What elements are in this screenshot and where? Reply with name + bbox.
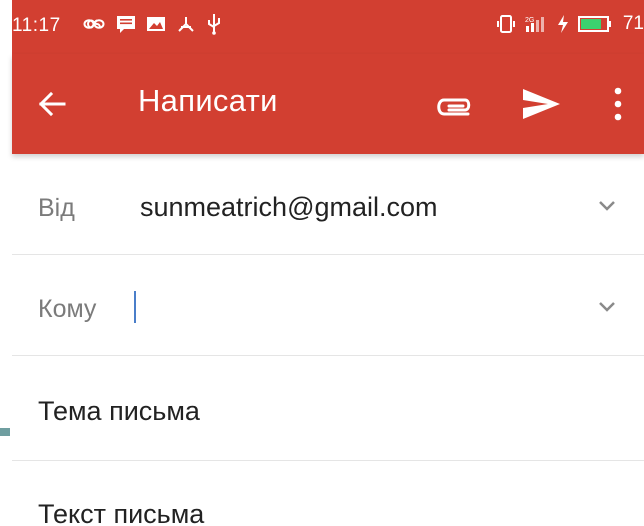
status-notification-icons bbox=[82, 13, 222, 35]
left-page-strip bbox=[0, 0, 12, 526]
chevron-down-icon[interactable] bbox=[592, 194, 622, 216]
from-account-value[interactable]: sunmeatrich@gmail.com bbox=[140, 192, 438, 223]
text-cursor bbox=[134, 291, 136, 323]
status-time: 11:17 bbox=[12, 15, 61, 36]
slide-marker bbox=[0, 428, 10, 436]
chevron-down-icon[interactable] bbox=[592, 295, 622, 317]
message-icon bbox=[117, 16, 135, 33]
battery-level: 71 bbox=[622, 13, 644, 34]
charging-icon bbox=[557, 15, 568, 33]
from-label: Від bbox=[38, 194, 75, 222]
vibrate-icon bbox=[496, 15, 515, 33]
paperclip-icon[interactable] bbox=[432, 86, 478, 122]
send-icon[interactable] bbox=[518, 84, 564, 124]
app-bar: Написати bbox=[12, 54, 644, 154]
to-label: Кому bbox=[38, 295, 97, 323]
gmail-compose-screen: 11:17 2G 71 Написати Від sunmeatrich@gma… bbox=[0, 0, 644, 526]
svg-text:2G: 2G bbox=[525, 17, 534, 24]
usb-icon bbox=[208, 14, 220, 35]
infinity-icon bbox=[83, 19, 105, 29]
status-bar: 11:17 2G 71 bbox=[12, 0, 644, 54]
more-vert-icon[interactable] bbox=[606, 81, 630, 127]
to-input[interactable] bbox=[130, 287, 570, 327]
signal-icon: 2G bbox=[525, 17, 544, 32]
subject-field[interactable]: Тема письма bbox=[38, 396, 200, 427]
body-row[interactable]: Текст письма bbox=[12, 461, 644, 526]
image-icon bbox=[147, 17, 165, 31]
battery-icon bbox=[577, 16, 611, 32]
page-title: Написати bbox=[138, 83, 278, 118]
subject-row[interactable]: Тема письма bbox=[12, 356, 644, 461]
back-arrow-icon[interactable] bbox=[32, 84, 72, 124]
body-field[interactable]: Текст письма bbox=[38, 499, 204, 526]
pdf-icon bbox=[178, 17, 194, 32]
from-row[interactable]: Від sunmeatrich@gmail.com bbox=[12, 154, 644, 255]
status-system-icons: 2G 71 bbox=[496, 13, 644, 35]
to-row: Кому bbox=[12, 255, 644, 356]
